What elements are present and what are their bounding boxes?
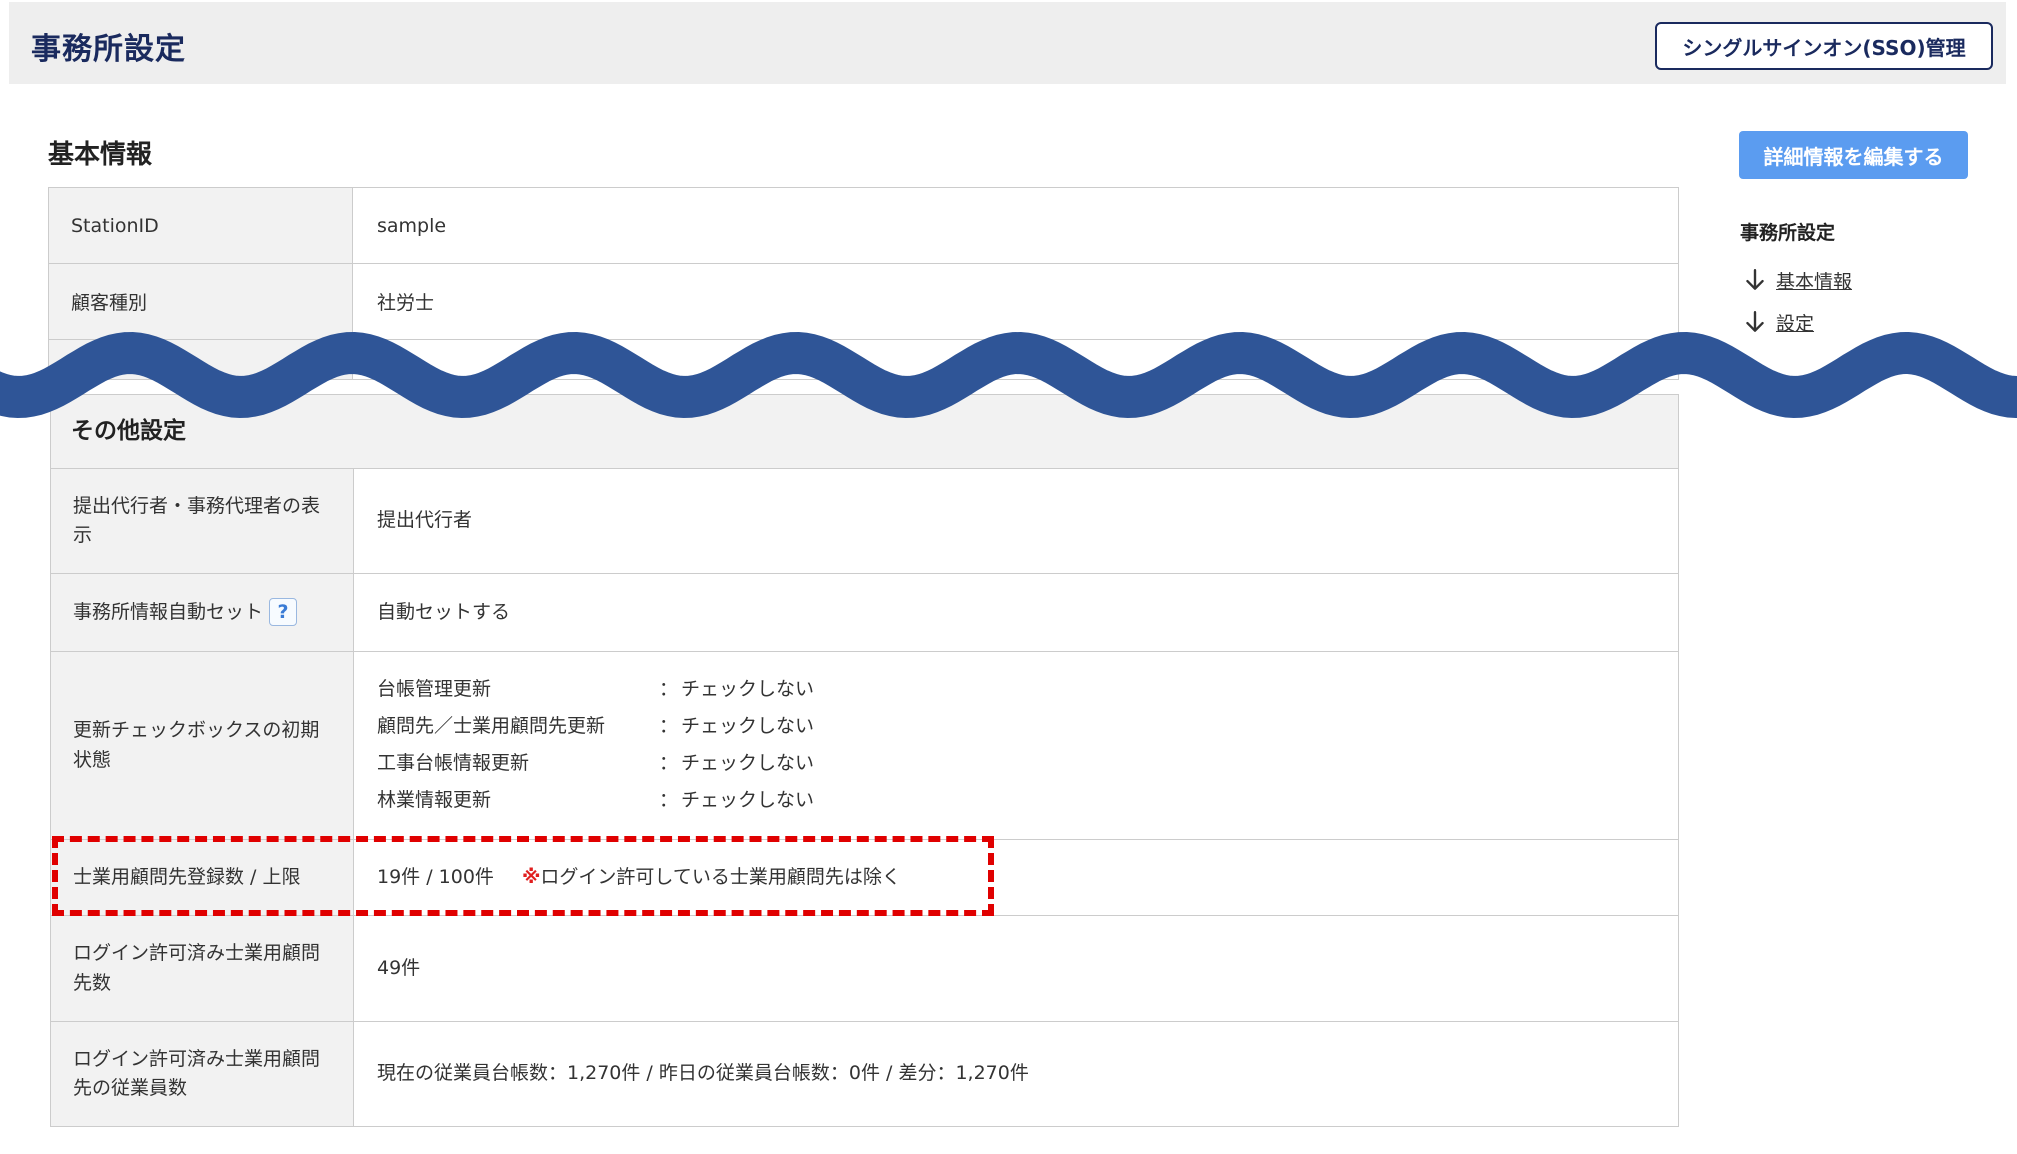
check-item-sep: ： — [659, 752, 679, 775]
page-title: 事務所設定 — [31, 32, 186, 67]
row-value-employee-count: 現在の従業員台帳数：1,270件 / 昨日の従業員台帳数：0件 / 差分：1,2… — [353, 1021, 1679, 1127]
list-item: 林業情報更新 ： チェックしない — [377, 783, 814, 820]
row-value-checkbox-initial: 台帳管理更新 ： チェックしない 顧問先／士業用顧問先更新 ： チェックしない … — [353, 651, 1679, 840]
table-row: 事務所情報自動セット? 自動セットする — [50, 573, 1679, 652]
table-row: 更新チェックボックスの初期状態 台帳管理更新 ： チェックしない 顧問先／士業用… — [50, 651, 1679, 840]
table-row: ログイン許可済み士業用顧問先の従業員数 現在の従業員台帳数：1,270件 / 昨… — [50, 1021, 1679, 1127]
row-label-employee-count: ログイン許可済み士業用顧問先の従業員数 — [50, 1021, 354, 1127]
basic-info-title: 基本情報 — [48, 140, 153, 170]
check-item-name: 台帳管理更新 — [377, 678, 492, 701]
arrow-down-icon — [1746, 269, 1764, 290]
table-row: ログイン許可済み士業用顧問先数 49件 — [50, 915, 1679, 1022]
row-label-submit-agent: 提出代行者・事務代理者の表示 — [50, 468, 354, 574]
check-item-value: チェックしない — [681, 678, 815, 701]
row-label-station-id: StationID — [48, 187, 353, 264]
table-row: 提出代行者・事務代理者の表示 提出代行者 — [50, 468, 1679, 574]
check-item-value: チェックしない — [681, 789, 815, 812]
side-nav-title: 事務所設定 — [1740, 222, 1836, 244]
check-item-name: 顧問先／士業用顧問先更新 — [377, 715, 606, 738]
side-nav-link-label: 基本情報 — [1776, 270, 1853, 293]
row-label-auto-set: 事務所情報自動セット? — [50, 573, 354, 652]
check-item-sep: ： — [659, 789, 679, 812]
row-value-station-id: sample — [352, 187, 1679, 264]
check-item-name: 工事台帳情報更新 — [377, 752, 530, 775]
row-label-login-clients: ログイン許可済み士業用顧問先数 — [50, 915, 354, 1022]
list-item: 台帳管理更新 ： チェックしない — [377, 672, 814, 709]
other-settings-table: その他設定 提出代行者・事務代理者の表示 提出代行者 事務所情報自動セット? 自… — [50, 394, 1679, 1127]
list-item: 顧問先／士業用顧問先更新 ： チェックしない — [377, 709, 814, 746]
sso-management-button[interactable]: シングルサインオン(SSO)管理 — [1655, 22, 1993, 70]
check-item-name: 林業情報更新 — [377, 789, 492, 812]
row-label-checkbox-initial: 更新チェックボックスの初期状態 — [50, 651, 354, 840]
check-list: 台帳管理更新 ： チェックしない 顧問先／士業用顧問先更新 ： チェックしない … — [377, 672, 814, 820]
page-break-wave — [0, 331, 2017, 419]
auto-set-label-text: 事務所情報自動セット — [73, 600, 264, 623]
edit-details-button[interactable]: 詳細情報を編集する — [1739, 131, 1968, 179]
help-icon[interactable]: ? — [269, 598, 298, 627]
check-item-sep: ： — [659, 715, 679, 738]
page-header: 事務所設定 シングルサインオン(SSO)管理 — [9, 2, 2006, 84]
check-item-value: チェックしない — [681, 752, 815, 775]
check-item-sep: ： — [659, 678, 679, 701]
table-row: StationID sample — [48, 187, 1679, 264]
row-value-submit-agent: 提出代行者 — [353, 468, 1679, 574]
highlight-annotation-box — [52, 836, 994, 916]
list-item: 工事台帳情報更新 ： チェックしない — [377, 746, 814, 783]
side-nav-link-basic-info[interactable]: 基本情報 — [1740, 259, 1970, 301]
check-item-value: チェックしない — [681, 715, 815, 738]
row-value-auto-set: 自動セットする — [353, 573, 1679, 652]
row-value-login-clients: 49件 — [353, 915, 1679, 1022]
